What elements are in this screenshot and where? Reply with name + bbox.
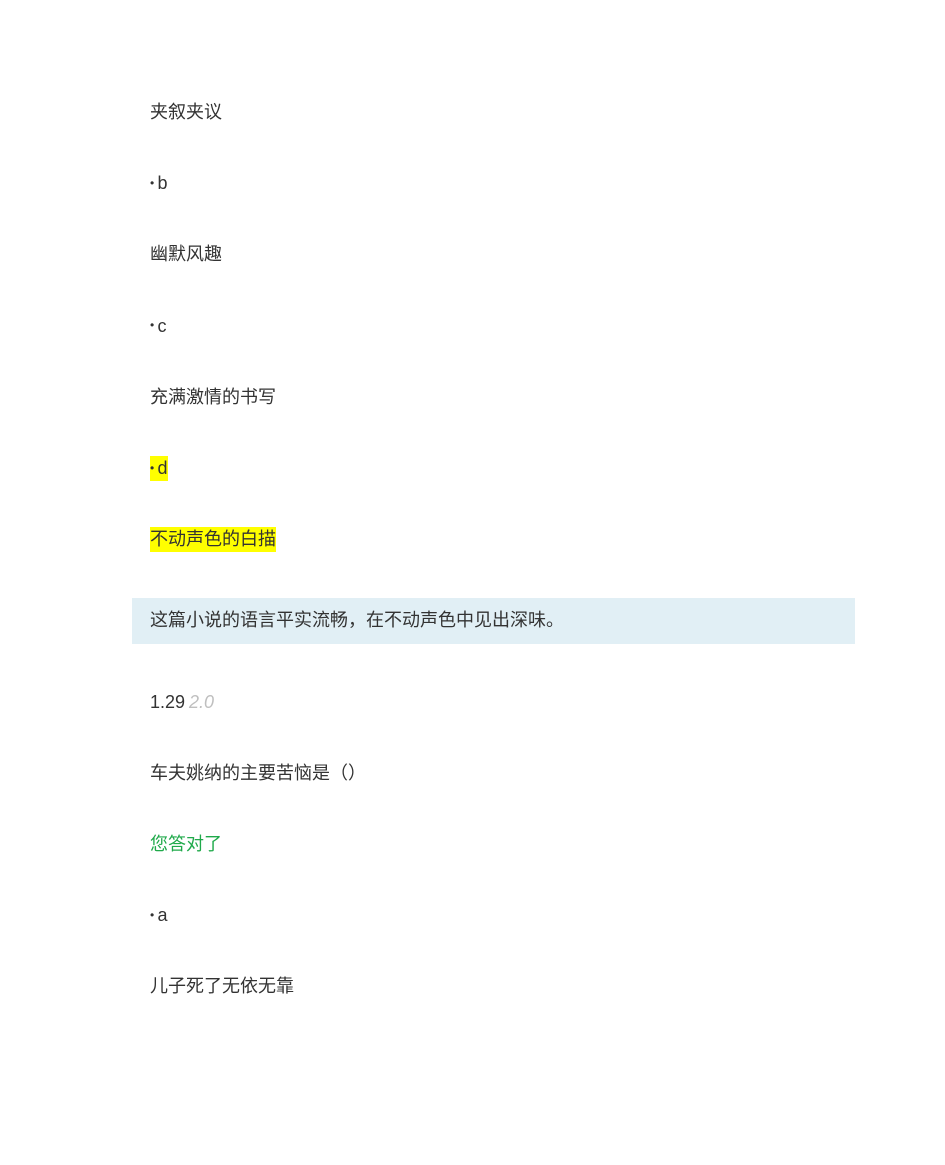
option-b-letter: b — [158, 173, 168, 193]
option-text: 不动声色的白描 — [150, 527, 825, 552]
option-text: 幽默风趣 — [150, 242, 825, 267]
option-c-letter: c — [158, 316, 167, 336]
option-b-text: 幽默风趣 — [150, 244, 222, 264]
result-correct: 您答对了 — [150, 832, 825, 857]
question-number-row: 1.292.0 — [150, 690, 825, 715]
question-stem-text: 车夫姚纳的主要苦恼是（） — [150, 763, 366, 783]
question-number: 1.29 — [150, 692, 185, 712]
option-letter-row: b — [150, 171, 825, 196]
option-c-text: 充满激情的书写 — [150, 387, 276, 407]
option-text: 夹叙夹议 — [150, 100, 825, 125]
option-text: 儿子死了无依无靠 — [150, 974, 825, 999]
explanation-text: 这篇小说的语言平实流畅，在不动声色中见出深味。 — [150, 610, 564, 630]
option-a-letter: a — [158, 905, 168, 925]
option-a-text: 儿子死了无依无靠 — [150, 976, 294, 996]
result-text: 您答对了 — [150, 834, 222, 854]
option-letter-row: c — [150, 314, 825, 339]
option-d-letter-highlighted: d — [150, 456, 168, 481]
option-a-text: 夹叙夹议 — [150, 102, 222, 122]
question-stem: 车夫姚纳的主要苦恼是（） — [150, 761, 825, 786]
question-score: 2.0 — [189, 692, 214, 712]
option-letter-row: d — [150, 456, 825, 481]
document-page: 夹叙夹议 b 幽默风趣 c 充满激情的书写 d 不动声色的白描 这篇小说的语言平… — [0, 0, 945, 1165]
option-text: 充满激情的书写 — [150, 385, 825, 410]
option-letter-row: a — [150, 903, 825, 928]
explanation-box: 这篇小说的语言平实流畅，在不动声色中见出深味。 — [132, 598, 855, 643]
option-d-text-highlighted: 不动声色的白描 — [150, 527, 276, 552]
